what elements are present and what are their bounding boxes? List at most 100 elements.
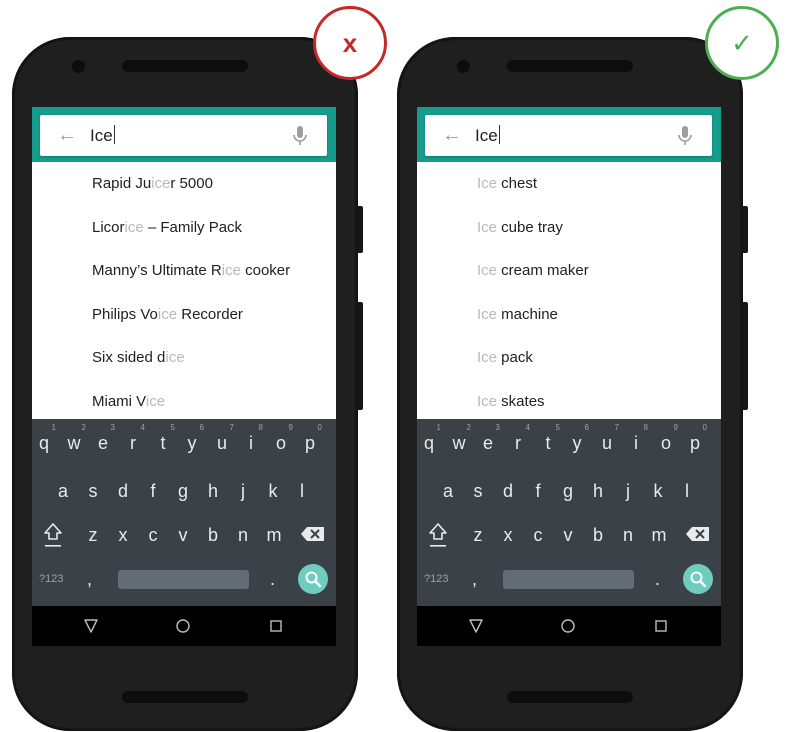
key-p[interactable]: p0 xyxy=(681,423,709,463)
key-m[interactable]: m xyxy=(260,515,288,555)
key-t[interactable]: t5 xyxy=(149,423,177,463)
backspace-icon[interactable] xyxy=(683,519,713,549)
key-l[interactable]: l xyxy=(673,471,701,511)
key-s[interactable]: s xyxy=(464,471,492,511)
suggestion-item[interactable]: Ice machine xyxy=(417,293,721,337)
comma-key[interactable]: , xyxy=(87,564,92,594)
key-e[interactable]: e3 xyxy=(474,423,502,463)
key-i[interactable]: i8 xyxy=(622,423,650,463)
key-c[interactable]: c xyxy=(524,515,552,555)
key-m[interactable]: m xyxy=(645,515,673,555)
space-bar[interactable] xyxy=(503,570,634,589)
key-r[interactable]: r4 xyxy=(119,423,147,463)
key-h[interactable]: h xyxy=(584,471,612,511)
suggestion-item[interactable]: Ice chest xyxy=(417,162,721,206)
arrow-back-icon[interactable]: ← xyxy=(442,124,462,146)
numbers-key[interactable]: ?123 xyxy=(424,566,448,592)
microphone-icon[interactable] xyxy=(677,125,693,147)
search-box[interactable]: ← Ice xyxy=(40,115,327,156)
key-x[interactable]: x xyxy=(494,515,522,555)
key-h[interactable]: h xyxy=(199,471,227,511)
key-p[interactable]: p0 xyxy=(296,423,324,463)
suggestion-text: Miami V xyxy=(92,392,146,410)
key-v[interactable]: v xyxy=(554,515,582,555)
key-f[interactable]: f xyxy=(139,471,167,511)
arrow-back-icon[interactable]: ← xyxy=(57,124,77,146)
key-o[interactable]: o9 xyxy=(267,423,295,463)
key-q[interactable]: q1 xyxy=(417,423,443,463)
search-key[interactable] xyxy=(683,564,713,594)
matched-text: ice xyxy=(221,262,241,280)
suggestion-item[interactable]: Ice skates xyxy=(417,380,721,424)
search-box[interactable]: ← Ice xyxy=(425,115,712,156)
key-d[interactable]: d xyxy=(109,471,137,511)
key-d[interactable]: d xyxy=(494,471,522,511)
key-n[interactable]: n xyxy=(614,515,642,555)
shift-icon[interactable] xyxy=(38,515,68,555)
key-u[interactable]: u7 xyxy=(593,423,621,463)
key-c[interactable]: c xyxy=(139,515,167,555)
key-z[interactable]: z xyxy=(464,515,492,555)
backspace-icon[interactable] xyxy=(298,519,328,549)
nav-recents-icon[interactable] xyxy=(655,620,667,632)
key-r[interactable]: r4 xyxy=(504,423,532,463)
key-k[interactable]: k xyxy=(259,471,287,511)
key-g[interactable]: g xyxy=(169,471,197,511)
search-key[interactable] xyxy=(298,564,328,594)
nav-back-icon[interactable] xyxy=(468,618,484,634)
numbers-key[interactable]: ?123 xyxy=(39,566,63,592)
key-s[interactable]: s xyxy=(79,471,107,511)
key-w[interactable]: w2 xyxy=(445,423,473,463)
key-w[interactable]: w2 xyxy=(60,423,88,463)
nav-home-icon[interactable] xyxy=(561,619,575,633)
key-t[interactable]: t5 xyxy=(534,423,562,463)
key-j[interactable]: j xyxy=(229,471,257,511)
key-e[interactable]: e3 xyxy=(89,423,117,463)
key-a[interactable]: a xyxy=(434,471,462,511)
key-q[interactable]: q1 xyxy=(32,423,58,463)
key-j[interactable]: j xyxy=(614,471,642,511)
suggestion-item[interactable]: Six sided dice xyxy=(32,336,336,380)
key-i[interactable]: i8 xyxy=(237,423,265,463)
period-key[interactable]: . xyxy=(270,564,275,594)
key-o[interactable]: o9 xyxy=(652,423,680,463)
microphone-icon[interactable] xyxy=(292,125,308,147)
comma-key[interactable]: , xyxy=(472,564,477,594)
key-g[interactable]: g xyxy=(554,471,582,511)
key-l[interactable]: l xyxy=(288,471,316,511)
key-n[interactable]: n xyxy=(229,515,257,555)
suggestion-item[interactable]: Ice pack xyxy=(417,336,721,380)
period-key[interactable]: . xyxy=(655,564,660,594)
key-u[interactable]: u7 xyxy=(208,423,236,463)
suggestion-item[interactable]: Manny’s Ultimate Rice cooker xyxy=(32,249,336,293)
volume-button[interactable] xyxy=(356,302,363,410)
nav-back-icon[interactable] xyxy=(83,618,99,634)
key-a[interactable]: a xyxy=(49,471,77,511)
suggestion-text: Recorder xyxy=(177,305,243,323)
key-x[interactable]: x xyxy=(109,515,137,555)
nav-home-icon[interactable] xyxy=(176,619,190,633)
shift-icon[interactable] xyxy=(423,515,453,555)
suggestion-item[interactable]: Ice cream maker xyxy=(417,249,721,293)
key-number-hint: 5 xyxy=(170,423,175,432)
suggestion-item[interactable]: Ice cube tray xyxy=(417,206,721,250)
search-input[interactable]: Ice xyxy=(90,125,115,147)
suggestion-item[interactable]: Philips Voice Recorder xyxy=(32,293,336,337)
key-y[interactable]: y6 xyxy=(563,423,591,463)
key-y[interactable]: y6 xyxy=(178,423,206,463)
key-z[interactable]: z xyxy=(79,515,107,555)
power-button[interactable] xyxy=(741,206,748,253)
suggestion-item[interactable]: Rapid Juicer 5000 xyxy=(32,162,336,206)
key-k[interactable]: k xyxy=(644,471,672,511)
power-button[interactable] xyxy=(356,206,363,253)
key-b[interactable]: b xyxy=(584,515,612,555)
volume-button[interactable] xyxy=(741,302,748,410)
space-bar[interactable] xyxy=(118,570,249,589)
key-f[interactable]: f xyxy=(524,471,552,511)
nav-recents-icon[interactable] xyxy=(270,620,282,632)
suggestion-item[interactable]: Licorice – Family Pack xyxy=(32,206,336,250)
suggestion-item[interactable]: Miami Vice xyxy=(32,380,336,424)
search-input[interactable]: Ice xyxy=(475,125,500,147)
key-b[interactable]: b xyxy=(199,515,227,555)
key-v[interactable]: v xyxy=(169,515,197,555)
